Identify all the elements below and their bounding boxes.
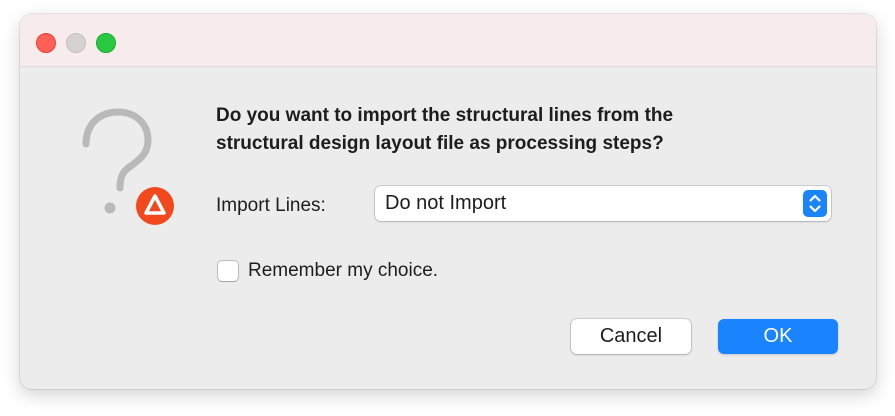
minimize-window-button[interactable] [66,33,86,53]
dialog-message: Do you want to import the structural lin… [216,105,674,154]
ok-button[interactable]: OK [718,319,838,354]
close-window-button[interactable] [36,33,56,53]
import-dialog: Do you want to import the structural lin… [20,14,876,389]
remember-choice-label[interactable]: Remember my choice. [248,260,438,282]
remember-choice-checkbox[interactable] [218,261,238,281]
import-lines-select[interactable]: Do not Import [375,186,831,221]
cancel-button[interactable]: Cancel [571,319,691,354]
import-lines-label: Import Lines: [216,195,326,216]
import-lines-selected-value: Do not Import [385,192,507,214]
title-bar [20,14,876,67]
chevron-up-down-icon [803,190,827,217]
zoom-window-button[interactable] [96,33,116,53]
question-mark-with-app-badge-icon [78,104,178,234]
